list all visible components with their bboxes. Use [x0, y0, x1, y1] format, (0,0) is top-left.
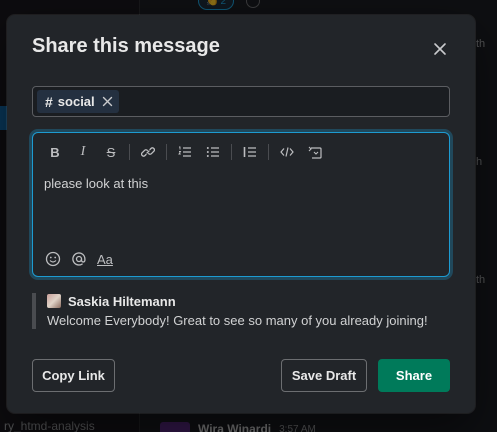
- bold-button[interactable]: B: [41, 139, 69, 165]
- link-button[interactable]: [134, 139, 162, 165]
- avatar: [47, 294, 61, 308]
- close-button[interactable]: [428, 37, 452, 61]
- composer-bottom-toolbar: Aa: [45, 249, 113, 269]
- code-icon: [280, 147, 294, 157]
- italic-button[interactable]: I: [69, 139, 97, 165]
- toolbar-divider: [268, 144, 269, 160]
- ordered-list-button[interactable]: [171, 139, 199, 165]
- bulleted-list-button[interactable]: [199, 139, 227, 165]
- shared-message-preview: Saskia Hiltemann Welcome Everybody! Grea…: [32, 293, 450, 329]
- code-button[interactable]: [273, 139, 301, 165]
- blockquote-button[interactable]: [236, 139, 264, 165]
- code-block-button[interactable]: [301, 139, 329, 165]
- channel-select-field[interactable]: # social: [32, 86, 450, 117]
- toolbar-divider: [129, 144, 130, 160]
- emoji-icon: [45, 251, 61, 267]
- bulleted-list-icon: [206, 147, 219, 157]
- text-format-icon: Aa: [97, 251, 113, 267]
- mention-icon: [72, 252, 86, 266]
- close-icon: [434, 43, 446, 55]
- bold-icon: B: [50, 144, 60, 160]
- save-draft-button[interactable]: Save Draft: [281, 359, 367, 392]
- mention-button[interactable]: [71, 249, 87, 269]
- share-button[interactable]: Share: [378, 359, 450, 392]
- ordered-list-icon: [178, 146, 191, 157]
- formatting-toolbar: B I S: [41, 139, 329, 165]
- share-message-modal: Share this message # social B I S please…: [7, 15, 475, 413]
- emoji-button[interactable]: [45, 249, 61, 269]
- link-icon: [141, 147, 155, 157]
- blockquote-icon: [243, 147, 256, 157]
- strikethrough-icon: S: [106, 144, 116, 160]
- strikethrough-button[interactable]: S: [97, 139, 125, 165]
- channel-chip: # social: [37, 90, 119, 113]
- toolbar-divider: [231, 144, 232, 160]
- toolbar-divider: [166, 144, 167, 160]
- copy-link-button[interactable]: Copy Link: [32, 359, 115, 392]
- shared-message-author: Saskia Hiltemann: [68, 293, 176, 309]
- remove-channel-button[interactable]: [102, 96, 113, 107]
- channel-chip-label: social: [57, 94, 95, 109]
- code-block-icon: [308, 146, 322, 159]
- close-icon: [102, 96, 112, 107]
- shared-message-header: Saskia Hiltemann: [47, 293, 450, 309]
- message-composer[interactable]: B I S please look at this Aa: [32, 132, 450, 277]
- formatting-toggle-button[interactable]: Aa: [97, 249, 113, 269]
- shared-message-text: Welcome Everybody! Great to see so many …: [47, 313, 428, 328]
- modal-title: Share this message: [32, 35, 220, 57]
- message-input[interactable]: please look at this: [44, 176, 148, 191]
- hash-icon: #: [45, 93, 53, 110]
- italic-icon: I: [80, 144, 86, 159]
